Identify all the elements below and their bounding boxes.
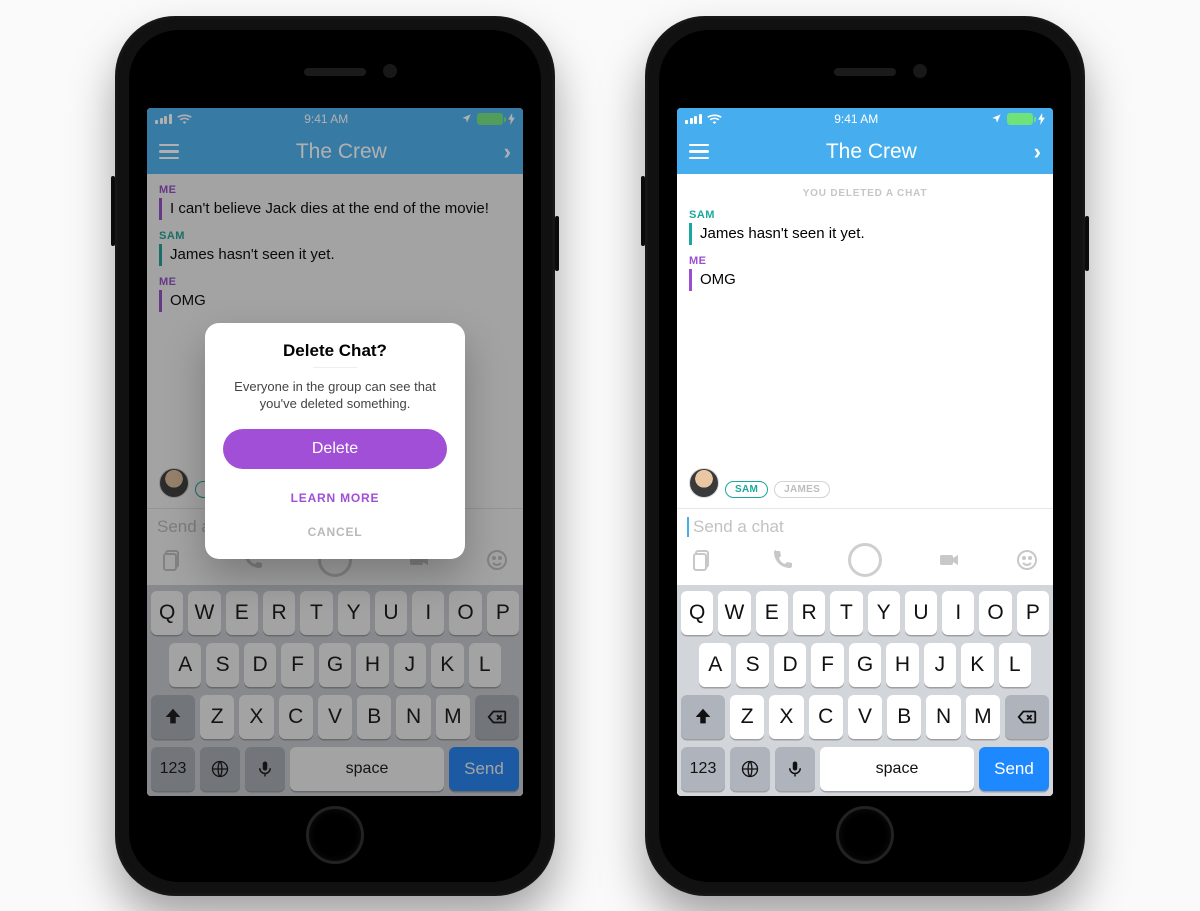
key-123[interactable]: 123 [681,747,725,791]
delete-chat-modal: Delete Chat? Everyone in the group can s… [205,323,465,559]
kbd-row-bottom: 123 space Send [681,747,1049,791]
phone-right: 9:41 AM The Crew › YOU DELETED A CHAT SA… [645,16,1085,896]
key-globe[interactable] [730,747,770,791]
key-g[interactable]: G [849,643,881,687]
mic-icon [786,759,804,779]
presence-pill: SAM [725,481,768,498]
chevron-right-icon[interactable]: › [1034,139,1041,165]
kbd-row-2: ASDFGHJKL [681,643,1049,687]
emoji-icon[interactable] [1015,548,1039,572]
key-d[interactable]: D [774,643,806,687]
key-backspace[interactable] [1005,695,1049,739]
presence-pill: JAMES [774,481,830,498]
message[interactable]: ME OMG [689,255,1041,291]
kbd-row-1: QWERTYUIOP [681,591,1049,635]
key-r[interactable]: R [793,591,825,635]
key-k[interactable]: K [961,643,993,687]
video-icon[interactable] [937,548,961,572]
key-z[interactable]: Z [730,695,764,739]
modal-title: Delete Chat? [223,341,447,361]
key-p[interactable]: P [1017,591,1049,635]
chat-thread[interactable]: YOU DELETED A CHAT SAM James hasn't seen… [677,174,1053,508]
key-n[interactable]: N [926,695,960,739]
key-a[interactable]: A [699,643,731,687]
front-camera [383,64,397,78]
key-space[interactable]: space [820,747,974,791]
key-u[interactable]: U [905,591,937,635]
charging-icon [1038,113,1045,125]
modal-body: Everyone in the group can see that you'v… [229,378,441,413]
key-y[interactable]: Y [868,591,900,635]
delete-button[interactable]: Delete [223,429,447,469]
status-time: 9:41 AM [834,112,878,126]
chat-navbar: The Crew › [677,130,1053,174]
message-text: OMG [689,269,1041,291]
screen-left: 9:41 AM The Crew › ME I can't believe Ja… [147,108,523,796]
key-l[interactable]: L [999,643,1031,687]
speaker-grille [834,68,896,76]
key-v[interactable]: V [848,695,882,739]
home-button[interactable] [836,806,894,864]
key-shift[interactable] [681,695,725,739]
key-b[interactable]: B [887,695,921,739]
key-e[interactable]: E [756,591,788,635]
compose-bar [677,508,1053,585]
compose-controls [687,537,1043,579]
location-icon [991,113,1002,124]
screen-right: 9:41 AM The Crew › YOU DELETED A CHAT SA… [677,108,1053,796]
key-s[interactable]: S [736,643,768,687]
key-j[interactable]: J [924,643,956,687]
key-c[interactable]: C [809,695,843,739]
phone-icon[interactable] [770,548,794,572]
speaker-grille [304,68,366,76]
camera-shutter-icon[interactable] [848,543,882,577]
signal-icon [685,114,702,124]
gallery-icon[interactable] [691,548,715,572]
key-h[interactable]: H [886,643,918,687]
shift-icon [692,706,714,728]
kbd-row-3: ZXCVBNM [681,695,1049,739]
key-t[interactable]: T [830,591,862,635]
key-f[interactable]: F [811,643,843,687]
presence-row: SAM JAMES [689,468,1041,504]
phone-left: 9:41 AM The Crew › ME I can't believe Ja… [115,16,555,896]
key-x[interactable]: X [769,695,803,739]
message-text: James hasn't seen it yet. [689,223,1041,245]
battery-icon [1007,113,1033,125]
chat-title: The Crew [826,140,917,164]
front-camera [913,64,927,78]
sender-label: ME [689,255,1041,267]
globe-icon [740,759,760,779]
status-bar: 9:41 AM [677,108,1053,130]
key-i[interactable]: I [942,591,974,635]
keyboard: QWERTYUIOP ASDFGHJKL ZXCVBNM 123 space S… [677,585,1053,796]
sender-label: SAM [689,209,1041,221]
learn-more-link[interactable]: LEARN MORE [223,481,447,515]
home-button[interactable] [306,806,364,864]
menu-icon[interactable] [689,144,709,160]
cancel-button[interactable]: CANCEL [223,515,447,549]
modal-backdrop[interactable]: Delete Chat? Everyone in the group can s… [147,108,523,796]
backspace-icon [1016,706,1038,728]
key-w[interactable]: W [718,591,750,635]
compose-input[interactable] [687,517,1043,537]
key-m[interactable]: M [966,695,1000,739]
message[interactable]: SAM James hasn't seen it yet. [689,209,1041,245]
avatar [689,468,719,498]
key-o[interactable]: O [979,591,1011,635]
key-send[interactable]: Send [979,747,1049,791]
key-mic[interactable] [775,747,815,791]
system-message: YOU DELETED A CHAT [689,188,1041,199]
key-q[interactable]: Q [681,591,713,635]
wifi-icon [707,113,722,124]
